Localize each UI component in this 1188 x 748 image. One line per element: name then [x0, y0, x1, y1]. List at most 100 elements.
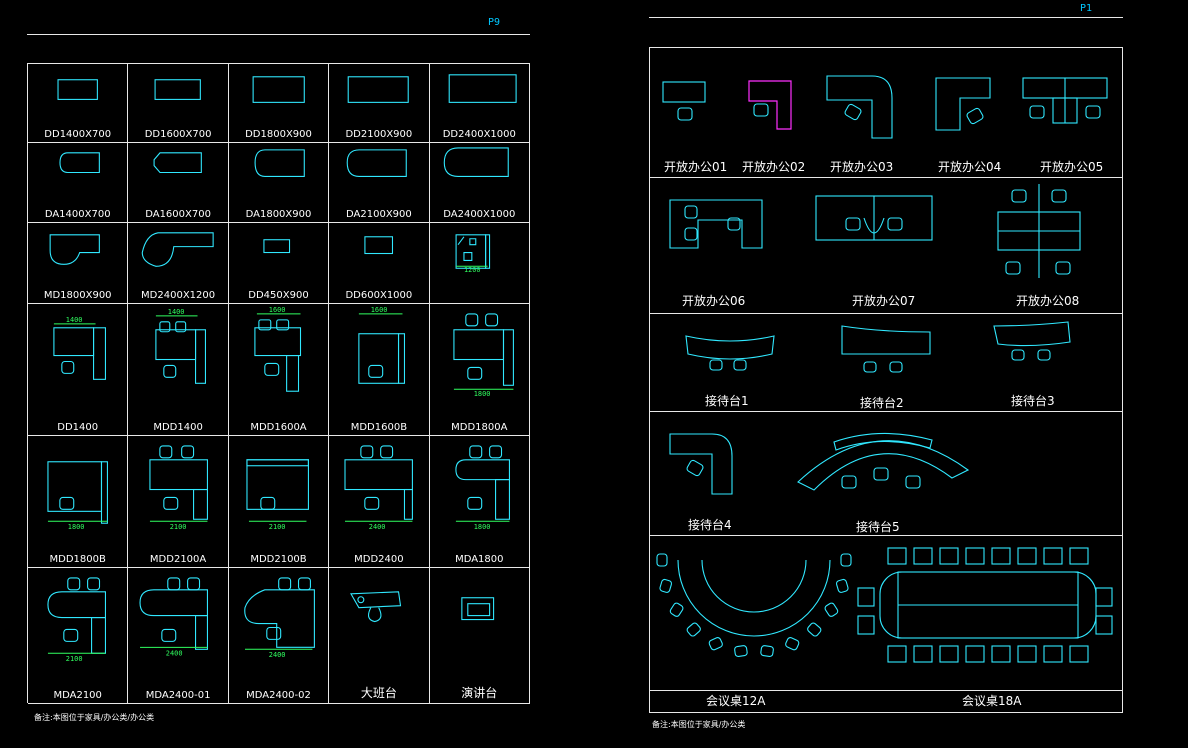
- block-cell[interactable]: 1800 MDA1800: [429, 436, 530, 568]
- chair: [835, 578, 849, 593]
- cell-caption: MD1800X900: [43, 290, 112, 301]
- cell-caption: DD2400X1000: [442, 129, 516, 140]
- page-label-right: P1: [1080, 3, 1093, 14]
- dimension-label: 1800: [68, 523, 85, 531]
- chair: [760, 645, 774, 658]
- dimension-label: 1400: [168, 308, 185, 316]
- section-open-office-a: 开放办公01 开放办公02 开放办公03 开放办公04 开放办公05: [650, 48, 1123, 178]
- block-cell[interactable]: DD450X900: [228, 223, 330, 304]
- block-cell[interactable]: 1400 DD1400: [28, 304, 129, 436]
- cell-caption: DD1400: [57, 422, 99, 433]
- dimension-label: 2100: [170, 523, 187, 531]
- cell-caption: MDD1600A: [250, 422, 307, 433]
- chair: [824, 602, 839, 617]
- chair: [659, 578, 673, 593]
- caption-rec1: 接待台1: [705, 394, 749, 408]
- caption-open2: 开放办公02: [742, 160, 806, 174]
- chair: [708, 637, 723, 651]
- block-cell[interactable]: DA2400X1000: [429, 143, 530, 223]
- block-cell[interactable]: 2100 MDD2100B: [228, 436, 330, 568]
- caption-open6: 开放办公06: [682, 294, 746, 308]
- block-cell[interactable]: 1200: [429, 223, 530, 304]
- caption-rec3: 接待台3: [1011, 394, 1055, 408]
- dimension-label: 2100: [66, 655, 83, 663]
- chair: [656, 553, 668, 567]
- block-cell[interactable]: 1800 MDD1800A: [429, 304, 530, 436]
- block-cell[interactable]: DD2100X900: [329, 64, 430, 143]
- page-label-left: P9: [488, 17, 501, 28]
- caption-conf12: 会议桌12A: [706, 694, 766, 708]
- block-cell[interactable]: 2400 MDA2400-01: [128, 568, 229, 704]
- block-cell[interactable]: MD2400X1200: [128, 223, 229, 304]
- caption-open3: 开放办公03: [830, 160, 894, 174]
- dimension-label: 1800: [473, 390, 490, 398]
- block-cell[interactable]: DD1400X700: [28, 64, 129, 143]
- caption-conf18: 会议桌18A: [962, 694, 1022, 708]
- cell-caption: DD1800X900: [245, 129, 312, 140]
- cell-caption: MDD2400: [354, 554, 404, 565]
- dimension-label: 2400: [166, 649, 183, 657]
- section-conference: 会议桌12A 会议桌18A: [650, 536, 1123, 708]
- section-open-office-b: 开放办公06 开放办公07 开放办公08: [650, 178, 1123, 314]
- cell-caption: MDD1800A: [451, 422, 508, 433]
- block-cell[interactable]: 1800 MDD1800B: [28, 436, 129, 568]
- cell-caption: MDD2100A: [149, 554, 207, 565]
- block-cell[interactable]: 2100 MDD2100A: [128, 436, 229, 568]
- chair: [734, 645, 748, 658]
- cell-caption: DA1800X900: [245, 209, 312, 220]
- cell-caption: MDA1800: [455, 554, 504, 565]
- dimension-label: 1400: [66, 316, 83, 324]
- block-cell[interactable]: 1600 MDD1600B: [329, 304, 430, 436]
- block-cell[interactable]: DA1400X700: [28, 143, 129, 223]
- block-cell[interactable]: 2400 MDD2400: [329, 436, 430, 568]
- chair: [785, 637, 800, 651]
- cell-caption: MDD1400: [153, 422, 203, 433]
- section-reception-a: 接待台1 接待台2 接待台3: [650, 314, 1123, 412]
- furniture-grid: DD1400X700 DD1600X700 DD1800X900 DD2100X…: [27, 63, 530, 704]
- block-cell[interactable]: DA1800X900: [228, 143, 330, 223]
- block-cell[interactable]: DA2100X900: [329, 143, 430, 223]
- cell-caption: DD600X1000: [345, 290, 413, 301]
- block-cell[interactable]: DD1800X900: [228, 64, 330, 143]
- cell-caption: MDD1600B: [350, 422, 408, 433]
- cell-caption: DA2400X1000: [443, 209, 516, 220]
- caption-open7: 开放办公07: [852, 294, 916, 308]
- block-cell[interactable]: MD1800X900: [28, 223, 129, 304]
- cell-caption: DD1600X700: [144, 129, 212, 140]
- block-cell[interactable]: 2100 MDA2100: [28, 568, 129, 704]
- caption-open4: 开放办公04: [938, 160, 1002, 174]
- block-cell[interactable]: 1600 MDD1600A: [228, 304, 330, 436]
- cell-caption: DD450X900: [248, 290, 309, 301]
- dimension-label: 1800: [473, 523, 490, 531]
- block-cell[interactable]: 1400 MDD1400: [128, 304, 229, 436]
- cell-caption: MDA2400-01: [145, 690, 211, 701]
- block-cell[interactable]: DD2400X1000: [429, 64, 530, 143]
- cell-caption: MDD2100B: [250, 554, 307, 565]
- caption-rec5: 接待台5: [856, 520, 900, 534]
- block-cell[interactable]: 大班台: [329, 568, 430, 704]
- block-cell[interactable]: DD600X1000: [329, 223, 430, 304]
- block-cell[interactable]: DA1600X700: [128, 143, 229, 223]
- chair: [686, 622, 701, 637]
- caption-open1: 开放办公01: [664, 160, 728, 174]
- block-cell[interactable]: 2400 MDA2400-02: [228, 568, 330, 704]
- caption-open5: 开放办公05: [1040, 160, 1104, 174]
- dimension-label: 2400: [269, 651, 286, 659]
- footnote-right: 备注:本图位于家具/办公类: [652, 720, 746, 729]
- cell-caption: DA1400X700: [44, 209, 111, 220]
- chair: [807, 622, 822, 637]
- section-reception-b: 接待台4 接待台5: [650, 412, 1123, 536]
- cell-caption: DD2100X900: [345, 129, 413, 140]
- dimension-label: 1600: [371, 306, 388, 314]
- block-cell[interactable]: 演讲台: [429, 568, 530, 704]
- chair: [669, 602, 684, 617]
- conference-12-chairs: [656, 553, 852, 658]
- caption-rec4: 接待台4: [688, 518, 732, 532]
- dimension-label: 1600: [269, 306, 286, 314]
- cell-caption: MD2400X1200: [141, 290, 216, 301]
- cell-caption: MDA2100: [53, 690, 102, 701]
- block-cell[interactable]: DD1600X700: [128, 64, 229, 143]
- cell-caption: 大班台: [360, 686, 397, 700]
- caption-open8: 开放办公08: [1016, 294, 1080, 308]
- cell-caption: MDA2400-02: [246, 690, 311, 701]
